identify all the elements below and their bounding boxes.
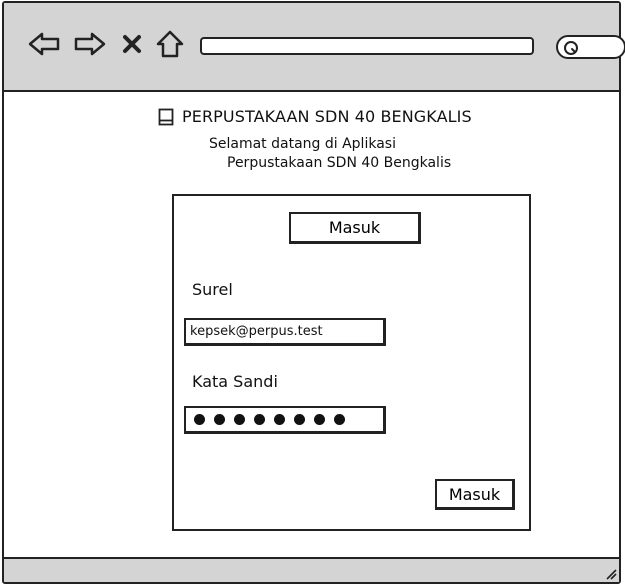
book-icon bbox=[158, 108, 174, 125]
login-panel: Masuk Surel kepsek@perpus.test Kata Sand… bbox=[172, 194, 531, 531]
password-mask-dot bbox=[314, 414, 325, 425]
back-arrow-icon[interactable] bbox=[26, 27, 66, 61]
welcome-line-2: Perpustakaan SDN 40 Bengkalis bbox=[227, 155, 452, 171]
browser-window: PERPUSTAKAAN SDN 40 BENGKALIS Selamat da… bbox=[2, 1, 625, 584]
address-bar[interactable] bbox=[200, 37, 534, 55]
login-tab-button[interactable]: Masuk bbox=[289, 212, 421, 244]
email-field[interactable]: kepsek@perpus.test bbox=[184, 318, 386, 346]
page-header: PERPUSTAKAAN SDN 40 BENGKALIS bbox=[158, 107, 472, 126]
welcome-text: Selamat datang di Aplikasi Perpustakaan … bbox=[209, 135, 451, 173]
password-mask-dot bbox=[214, 414, 225, 425]
password-mask-dot bbox=[254, 414, 265, 425]
password-mask-dot bbox=[294, 414, 305, 425]
password-mask-dot bbox=[194, 414, 205, 425]
search-icon bbox=[564, 41, 578, 55]
password-mask-dot bbox=[234, 414, 245, 425]
welcome-line-1: Selamat datang di Aplikasi bbox=[209, 136, 396, 152]
password-mask-dot bbox=[334, 414, 345, 425]
password-label: Kata Sandi bbox=[192, 372, 278, 391]
resize-grip-icon[interactable] bbox=[603, 566, 617, 580]
forward-arrow-icon[interactable] bbox=[68, 27, 108, 61]
password-mask-dot bbox=[274, 414, 285, 425]
browser-toolbar bbox=[4, 3, 625, 92]
submit-button[interactable]: Masuk bbox=[435, 479, 515, 510]
close-icon[interactable] bbox=[120, 27, 144, 61]
search-box[interactable] bbox=[556, 35, 625, 59]
email-label: Surel bbox=[192, 280, 233, 299]
status-bar bbox=[4, 557, 619, 582]
page-title: PERPUSTAKAAN SDN 40 BENGKALIS bbox=[182, 107, 472, 126]
home-icon[interactable] bbox=[150, 27, 190, 61]
password-field[interactable] bbox=[184, 406, 386, 434]
